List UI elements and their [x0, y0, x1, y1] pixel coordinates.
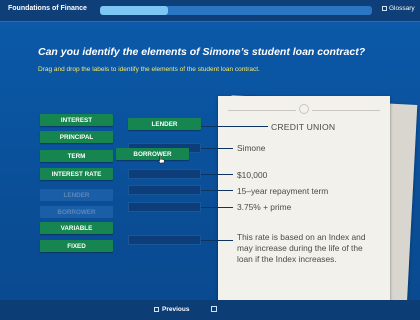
glossary-label: Glossary [389, 5, 415, 12]
progress-fill [100, 6, 168, 15]
drop-slot-rate[interactable] [128, 202, 201, 212]
connector-line [201, 190, 233, 191]
connector-line [201, 240, 233, 241]
previous-button[interactable]: Previous [154, 306, 189, 313]
chip-interest-rate[interactable]: INTEREST RATE [40, 168, 113, 180]
chip-interest[interactable]: INTEREST [40, 114, 113, 126]
connector-line [201, 148, 233, 149]
course-title: Foundations of Finance [8, 5, 87, 12]
progress-bar [100, 6, 372, 15]
previous-label: Previous [162, 306, 190, 313]
glossary-button[interactable]: Glossary [382, 5, 415, 12]
chip-borrower-dragging[interactable]: BORROWER [116, 148, 189, 160]
instruction-text: Drag and drop the labels to identify the… [38, 66, 260, 73]
contract-borrower: Simone [237, 143, 266, 153]
chip-fixed[interactable]: FIXED [40, 240, 113, 252]
drop-slot-note[interactable] [128, 235, 201, 245]
glossary-box-icon [382, 6, 387, 11]
next-box-icon[interactable] [211, 306, 217, 312]
connector-line [201, 174, 233, 175]
chip-lender-placed[interactable]: LENDER [128, 118, 201, 130]
hand-cursor-icon [158, 155, 165, 164]
connector-line [201, 207, 233, 208]
chip-term[interactable]: TERM [40, 150, 113, 162]
contract-lender: CREDIT UNION [271, 122, 336, 132]
chip-placeholder-lender: LENDER [40, 189, 113, 201]
contract-rate: 3.75% + prime [237, 202, 292, 212]
chip-principal[interactable]: PRINCIPAL [40, 131, 113, 143]
chip-placeholder-borrower: BORROWER [40, 206, 113, 218]
top-bar: Foundations of Finance Glossary [0, 0, 420, 22]
contract-term: 15–year repayment term [237, 186, 329, 196]
previous-box-icon [154, 307, 159, 312]
connector-line [201, 126, 268, 127]
bottom-bar: Previous [0, 300, 420, 320]
contract-amount: $10,000 [237, 170, 268, 180]
drop-slot-term[interactable] [128, 185, 201, 195]
contract-note: This rate is based on an Index and may i… [237, 232, 366, 264]
chip-variable[interactable]: VARIABLE [40, 222, 113, 234]
drop-slot-amount[interactable] [128, 169, 201, 179]
question-heading: Can you identify the elements of Simone’… [38, 46, 366, 58]
paper-ornament [228, 104, 380, 114]
